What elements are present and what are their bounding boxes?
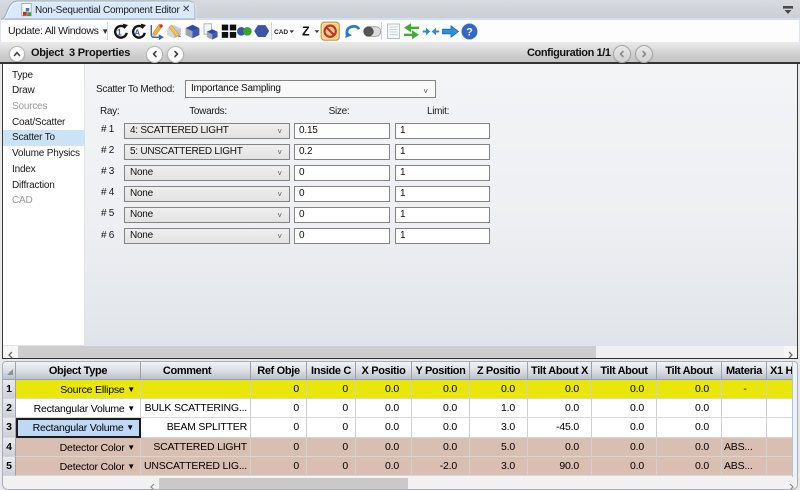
svg-text:Z: Z bbox=[302, 25, 310, 39]
svg-text:A: A bbox=[134, 28, 140, 37]
svg-text:1: 1 bbox=[117, 28, 122, 38]
svg-text:?: ? bbox=[466, 26, 473, 38]
svg-text:CAD: CAD bbox=[274, 29, 288, 36]
